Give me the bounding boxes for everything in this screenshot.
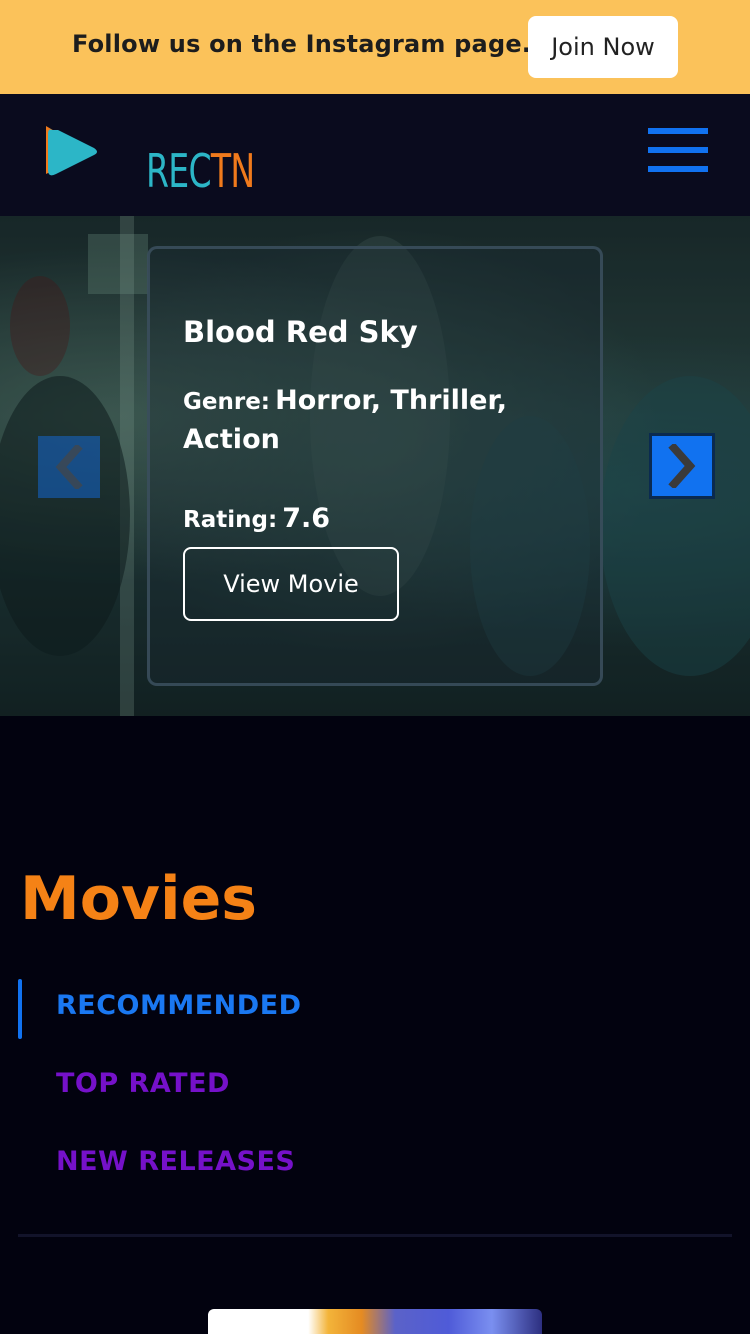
hamburger-menu-icon[interactable] xyxy=(648,128,708,172)
join-now-button[interactable]: Join Now xyxy=(528,16,678,78)
carousel-prev-button[interactable] xyxy=(38,436,100,498)
genre-label: Genre: xyxy=(183,389,270,415)
chevron-left-icon xyxy=(55,445,83,489)
hamburger-bar xyxy=(648,147,708,153)
section-divider xyxy=(18,1234,732,1237)
hamburger-bar xyxy=(648,166,708,172)
logo-text: RECTN xyxy=(146,148,255,194)
hero-carousel: Blood Red Sky Genre: Horror, Thriller, A… xyxy=(0,216,750,716)
movie-title: Blood Red Sky xyxy=(183,315,418,349)
logo-text-rec: REC xyxy=(146,144,212,198)
movie-genre: Genre: Horror, Thriller, Action xyxy=(183,383,583,461)
navbar: RECTN xyxy=(0,94,750,216)
rating-value: 7.6 xyxy=(282,503,331,534)
tab-recommended[interactable]: RECOMMENDED xyxy=(56,990,302,1021)
movies-section-title: Movies xyxy=(20,864,258,934)
tab-top-rated[interactable]: TOP RATED xyxy=(56,1068,230,1099)
carousel-next-button[interactable] xyxy=(649,433,715,499)
chevron-right-icon xyxy=(668,444,696,488)
movie-info-card: Blood Red Sky Genre: Horror, Thriller, A… xyxy=(147,246,603,686)
hamburger-bar xyxy=(648,128,708,134)
promo-text: Follow us on the Instagram page. xyxy=(72,30,532,58)
tab-new-releases[interactable]: NEW RELEASES xyxy=(56,1146,295,1177)
movie-thumbnail[interactable] xyxy=(208,1309,542,1334)
play-logo-icon xyxy=(46,126,97,176)
site-logo[interactable]: RECTN xyxy=(40,120,255,194)
active-tab-indicator xyxy=(18,979,22,1039)
logo-text-tn: TN xyxy=(210,144,255,198)
rating-label: Rating: xyxy=(183,507,278,533)
view-movie-button[interactable]: View Movie xyxy=(183,547,399,621)
movie-rating: Rating: 7.6 xyxy=(183,503,330,534)
promo-banner: Follow us on the Instagram page. Join No… xyxy=(0,0,750,94)
